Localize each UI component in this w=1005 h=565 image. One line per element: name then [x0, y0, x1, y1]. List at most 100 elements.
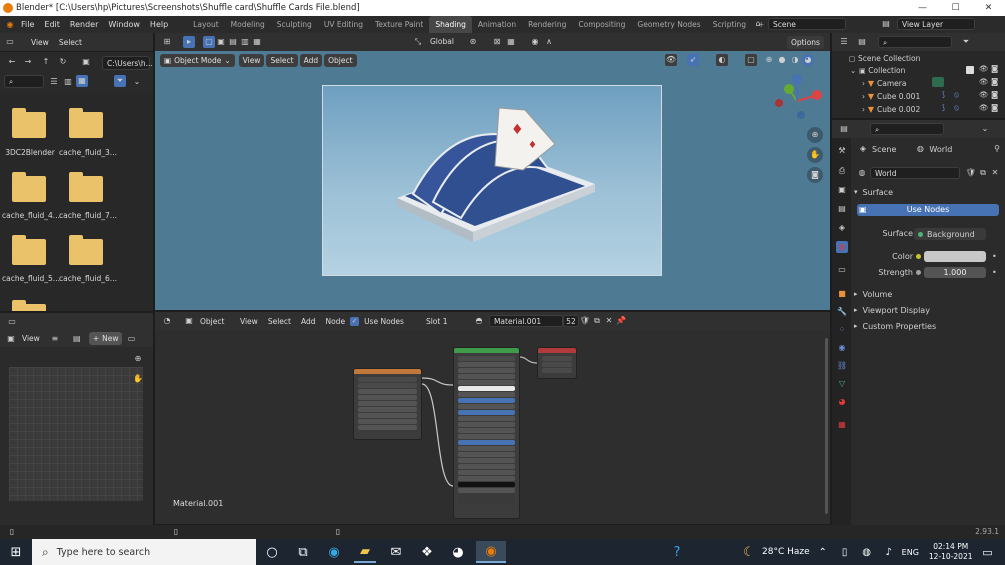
visibility-icon[interactable]: 👁 — [979, 103, 989, 112]
menu-file[interactable]: File — [16, 16, 39, 33]
filter-icon[interactable]: ⏷ — [114, 75, 126, 87]
list-vertical-icon[interactable]: ☰ — [48, 76, 60, 88]
use-nodes-checkbox[interactable]: ✓ — [350, 316, 360, 326]
volume-section-header[interactable]: ▸ Volume — [854, 288, 1002, 300]
modifier-tab-icon[interactable]: 🔧 — [836, 306, 848, 318]
node-editor-scrollbar[interactable] — [825, 338, 828, 514]
github-icon[interactable]: ◕ — [447, 541, 469, 563]
tab-sculpting[interactable]: Sculpting — [271, 16, 318, 33]
color-swatch[interactable] — [924, 251, 986, 262]
folder-item[interactable]: cache_fluid_7... — [57, 156, 117, 220]
data-tab-icon[interactable]: ▽ — [836, 378, 848, 390]
file-search-input[interactable]: ⌕ — [4, 75, 44, 88]
dropbox-icon[interactable]: ❖ — [416, 541, 438, 563]
snap-icon[interactable]: ⊠ — [491, 36, 503, 48]
object-mode-dropdown[interactable]: ▣ Object Mode ⌄ — [160, 53, 235, 67]
menu-edit[interactable]: Edit — [39, 16, 65, 33]
tab-compositing[interactable]: Compositing — [572, 16, 631, 33]
tab-texture-paint[interactable]: Texture Paint — [369, 16, 429, 33]
folder-item[interactable]: cache_fluid_3... — [57, 92, 117, 160]
slot-dropdown[interactable]: Slot 1 — [421, 317, 473, 326]
menu-render[interactable]: Render — [65, 16, 103, 33]
visibility-icon[interactable]: 👁 — [665, 54, 677, 66]
tab-rendering[interactable]: Rendering — [522, 16, 572, 33]
mail-icon[interactable]: ✉ — [385, 541, 407, 563]
custom-properties-section-header[interactable]: ▸ Custom Properties — [854, 320, 1002, 332]
help-icon[interactable]: ? — [666, 541, 688, 563]
material-name-field[interactable]: Material.001 — [488, 315, 563, 327]
fake-user-icon[interactable]: 🛡 — [579, 315, 591, 327]
new-image-button[interactable]: + New — [88, 332, 123, 345]
collection-tab-icon[interactable]: ▭ — [836, 264, 848, 276]
unlink-material-icon[interactable]: ✕ — [603, 315, 615, 327]
physics-tab-icon[interactable]: ◉ — [836, 342, 848, 354]
world-name-field[interactable]: World — [870, 166, 960, 179]
view-layer-tab-icon[interactable]: ▤ — [836, 203, 848, 215]
select-extend-icon[interactable]: ▣ — [215, 36, 227, 48]
edge-icon[interactable]: ◉ — [323, 541, 345, 563]
image-texture-node[interactable] — [353, 368, 422, 440]
path-field[interactable]: C:\Users\h... — [102, 56, 153, 70]
new-folder-icon[interactable]: ▣ — [80, 56, 92, 68]
list-horizontal-icon[interactable]: ▥ — [62, 76, 74, 88]
proportional-icon[interactable]: ◉ — [529, 36, 541, 48]
viewport-menu-object[interactable]: Object — [324, 53, 357, 67]
folder-item[interactable]: 3DC2Blender — [0, 92, 60, 160]
file-explorer-icon[interactable]: ▰ — [354, 541, 376, 563]
pan-hand-icon[interactable]: ✋ — [132, 373, 144, 385]
unlink-icon[interactable]: ✕ — [989, 167, 1001, 179]
rendered-shading-icon[interactable]: ◕ — [802, 54, 814, 66]
snap-target-icon[interactable]: ▦ — [505, 36, 517, 48]
wireframe-shading-icon[interactable]: ⊕ — [763, 54, 775, 66]
editor-type-icon[interactable]: ☰ — [838, 36, 850, 48]
editor-type-icon[interactable]: ⊞ — [161, 36, 173, 48]
blender-menu-icon[interactable]: ◉ — [4, 19, 16, 31]
editor-type-icon[interactable]: ▤ — [838, 123, 850, 135]
taskbar-search-box[interactable]: ⌕ Type here to search — [32, 539, 256, 565]
render-camera-icon[interactable]: ◙ — [991, 103, 998, 112]
cortana-icon[interactable]: ○ — [261, 541, 283, 563]
surface-section-header[interactable]: ▾ Surface — [854, 186, 1002, 198]
viewport-menu-select[interactable]: Select — [266, 53, 298, 67]
color-keyframe-icon[interactable]: • — [992, 252, 997, 261]
select-subtract-icon[interactable]: ▤ — [227, 36, 239, 48]
tool-tab-icon[interactable]: ⚒ — [836, 145, 848, 157]
tab-modeling[interactable]: Modeling — [225, 16, 271, 33]
tab-scripting[interactable]: Scripting — [707, 16, 752, 33]
pivot-icon[interactable]: ⊛ — [467, 36, 479, 48]
scene-tab-icon[interactable]: ◈ — [836, 222, 848, 234]
options-button[interactable]: Options — [787, 36, 824, 49]
tab-geometry-nodes[interactable]: Geometry Nodes — [631, 16, 706, 33]
select-invert-icon[interactable]: ▥ — [239, 36, 251, 48]
material-tab-icon[interactable]: ◕ — [836, 396, 848, 408]
filter-dropdown-icon[interactable]: ⌄ — [131, 76, 143, 88]
browse-image-icon[interactable]: ▤ — [71, 333, 83, 345]
back-icon[interactable]: ← — [6, 56, 18, 68]
select-mode-icon[interactable]: ▢ — [203, 36, 215, 48]
texture-tab-icon[interactable]: ▦ — [836, 419, 848, 431]
blender-taskbar-icon[interactable]: ◉ — [476, 541, 506, 563]
gizmo-icon[interactable]: ➶ — [687, 54, 699, 66]
visibility-icon[interactable]: 👁 — [979, 64, 989, 73]
material-shading-icon[interactable]: ◑ — [789, 54, 801, 66]
image-view-menu[interactable]: View — [17, 334, 45, 343]
task-view-icon[interactable]: ⧉ — [292, 541, 314, 563]
chevron-down-icon[interactable]: ⌄ — [979, 123, 991, 135]
windows-start-icon[interactable]: ⊞ — [5, 541, 27, 563]
folder-item[interactable]: cache_fluid_6... — [57, 219, 117, 283]
notifications-icon[interactable]: ▭ — [977, 541, 999, 563]
tab-animation[interactable]: Animation — [472, 16, 522, 33]
world-browse-icon[interactable]: ◍ — [856, 167, 868, 179]
viewport-menu-view[interactable]: View — [238, 53, 265, 67]
editor-type-icon[interactable]: ▭ — [6, 316, 18, 328]
xray-icon[interactable]: ▢ — [745, 54, 757, 66]
output-tab-icon[interactable]: ▣ — [836, 184, 848, 196]
material-output-node[interactable] — [537, 347, 577, 379]
editor-type-icon[interactable]: ◔ — [161, 315, 173, 327]
node-menu-add[interactable]: Add — [296, 317, 321, 326]
surface-shader-field[interactable]: Background — [914, 228, 986, 240]
overlay-icon[interactable]: ◐ — [716, 54, 728, 66]
select-intersect-icon[interactable]: ▦ — [251, 36, 263, 48]
object-tab-icon[interactable]: ■ — [836, 288, 848, 300]
fake-user-icon[interactable]: 🛡 — [965, 167, 977, 179]
